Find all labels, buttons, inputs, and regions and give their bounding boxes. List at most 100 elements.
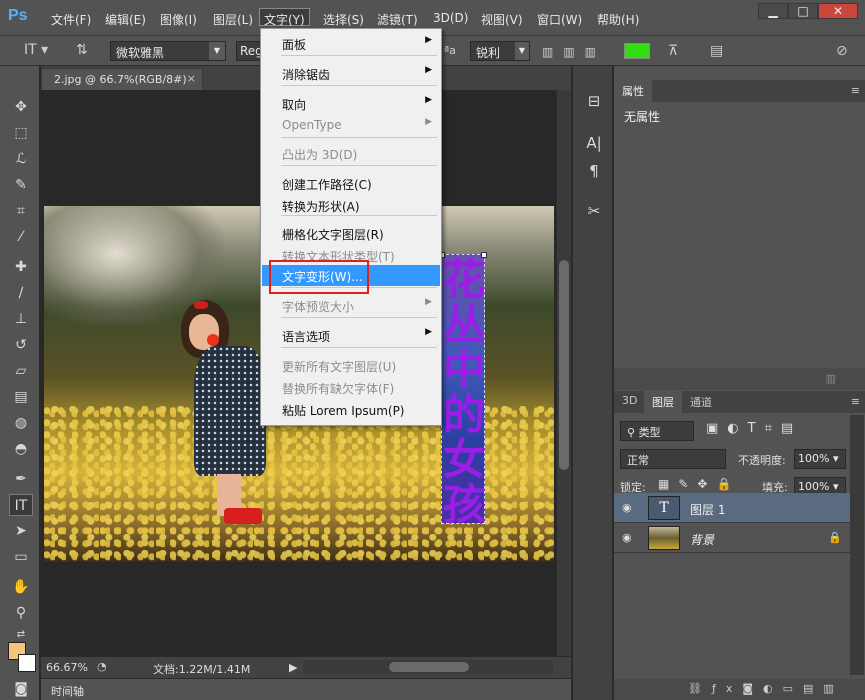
layer-filter-select[interactable]: ⚲ 类型 <box>620 421 694 441</box>
menu-type[interactable]: 文字(Y) <box>259 8 310 27</box>
layer-filter-value: 类型 <box>638 426 661 439</box>
brush-tool-icon[interactable]: ∕ <box>9 282 33 304</box>
menu-image[interactable]: 图像(I) <box>157 10 200 28</box>
minimize-button[interactable]: ▁ <box>758 3 788 19</box>
submenu-arrow-icon: ▶ <box>425 95 432 105</box>
menu-item-antialias[interactable]: 消除锯齿 ▶ <box>262 63 440 84</box>
marquee-tool-icon[interactable]: ⬚ <box>9 122 33 144</box>
submenu-arrow-icon: ▶ <box>425 65 432 75</box>
layer-filter-icons[interactable]: ▣◐T⌗▤ <box>706 421 802 436</box>
type-menu-dropdown: 面板 ▶ 消除锯齿 ▶ 取向 ▶ OpenType ▶ 凸出为 3D(D) 创建工作路径(C) 转换… <box>260 28 442 426</box>
character-panel-icon[interactable]: ▤ <box>710 43 723 59</box>
font-family-select[interactable]: 微软雅黑 ▼ <box>110 41 226 61</box>
horizontal-scrollbar[interactable] <box>303 660 553 674</box>
menu-window[interactable]: 窗口(W) <box>534 10 585 28</box>
rectangle-tool-icon[interactable]: ▭ <box>9 546 33 568</box>
zoom-tool-icon[interactable]: ⚲ <box>9 602 33 624</box>
transform-handle[interactable] <box>481 252 487 258</box>
antialias-select[interactable]: 锐利 ▼ <box>470 41 530 61</box>
quick-select-tool-icon[interactable]: ✎ <box>9 174 33 196</box>
menu-3d[interactable]: 3D(D) <box>430 10 471 28</box>
menu-separator <box>281 85 437 86</box>
background-color-swatch[interactable] <box>18 654 36 672</box>
scroll-thumb[interactable] <box>389 662 469 672</box>
trash-icon[interactable]: ▥ <box>826 372 836 385</box>
tab-channels[interactable]: 通道 <box>682 391 720 413</box>
type-tool-icon[interactable]: IT <box>9 494 33 516</box>
text-orientation-icon[interactable]: ⇅ <box>76 42 88 58</box>
gradient-tool-icon[interactable]: ▤ <box>9 386 33 408</box>
stamp-tool-icon[interactable]: ⊥ <box>9 308 33 330</box>
menu-item-label: 创建工作路径(C) <box>282 178 372 192</box>
menu-file[interactable]: 文件(F) <box>48 10 94 28</box>
menu-item-panel[interactable]: 面板 ▶ <box>262 33 440 54</box>
document-tab[interactable]: 2.jpg @ 66.7%(RGB/8#) × <box>41 68 203 90</box>
vertical-text-layer[interactable]: 花丛中的女孩 <box>439 252 487 527</box>
dodge-tool-icon[interactable]: ◓ <box>9 438 33 460</box>
paragraph-panel-icon[interactable]: ¶ <box>583 160 605 182</box>
path-select-tool-icon[interactable]: ➤ <box>9 520 33 542</box>
eye-icon[interactable]: ◉ <box>622 531 632 544</box>
menu-item-language-options[interactable]: 语言选项 ▶ <box>262 325 440 346</box>
layers-scrollbar[interactable] <box>850 415 864 675</box>
layer-action-icons[interactable]: ⛓ƒx◙◐▭▤▥ <box>688 682 844 695</box>
close-tab-icon[interactable]: × <box>187 72 196 85</box>
opacity-input[interactable]: 100% ▾ <box>794 449 846 469</box>
close-button[interactable]: ✕ <box>818 3 858 19</box>
opacity-value: 100% <box>798 452 830 465</box>
healing-brush-tool-icon[interactable]: ✚ <box>9 256 33 278</box>
character-panel-icon[interactable]: A| <box>583 132 605 154</box>
menu-filter[interactable]: 滤镜(T) <box>374 10 421 28</box>
layer-row[interactable]: ◉ T 图层 1 <box>614 493 850 523</box>
chevron-down-icon: ▼ <box>515 42 529 60</box>
vertical-scrollbar[interactable] <box>557 90 571 656</box>
play-arrow-icon[interactable]: ▶ <box>289 661 297 674</box>
menu-layer[interactable]: 图层(L) <box>210 10 256 28</box>
scroll-thumb[interactable] <box>559 260 569 470</box>
pen-tool-icon[interactable]: ✒ <box>9 468 33 490</box>
hand-tool-icon[interactable]: ✋ <box>9 576 33 598</box>
tab-properties[interactable]: 属性 <box>614 80 652 102</box>
eyedropper-tool-icon[interactable]: ⁄ <box>9 226 33 248</box>
menu-help[interactable]: 帮助(H) <box>594 10 642 28</box>
blend-mode-select[interactable]: 正常 <box>620 449 726 469</box>
girl-bow <box>194 301 208 309</box>
submenu-arrow-icon: ▶ <box>425 327 432 337</box>
quick-mask-icon[interactable]: ◙ <box>9 678 33 700</box>
menu-view[interactable]: 视图(V) <box>478 10 526 28</box>
text-tool-preset-icon[interactable]: IT ▾ <box>24 42 48 58</box>
panel-menu-icon[interactable]: ≡ <box>851 395 860 408</box>
tool-presets-icon[interactable]: ✂ <box>583 200 605 222</box>
tab-3d[interactable]: 3D <box>614 391 645 413</box>
timeline-bar[interactable]: 时间轴 <box>41 678 571 700</box>
warp-text-icon[interactable]: ⊼ <box>668 43 678 59</box>
menu-item-rasterize-type-layer[interactable]: 栅格化文字图层(R) <box>262 223 440 244</box>
text-color-swatch[interactable] <box>624 43 650 59</box>
maximize-button[interactable]: □ <box>788 3 818 19</box>
layer-row[interactable]: ◉ 背景 🔒 <box>614 523 850 553</box>
blur-tool-icon[interactable]: ◍ <box>9 412 33 434</box>
menu-item-label: 转换为形状(A) <box>282 200 360 214</box>
eraser-tool-icon[interactable]: ▱ <box>9 360 33 382</box>
menu-select[interactable]: 选择(S) <box>320 10 367 28</box>
blend-mode-value: 正常 <box>627 454 649 467</box>
menu-item-orientation[interactable]: 取向 ▶ <box>262 93 440 114</box>
eye-icon[interactable]: ◉ <box>622 501 632 514</box>
menu-item-create-work-path[interactable]: 创建工作路径(C) <box>262 173 440 194</box>
lock-icons[interactable]: ▦✎✥🔒 <box>658 477 740 491</box>
menu-edit[interactable]: 编辑(E) <box>102 10 149 28</box>
cancel-icon[interactable]: ⊘ <box>836 43 848 59</box>
move-tool-icon[interactable]: ✥ <box>9 96 33 118</box>
crop-tool-icon[interactable]: ⌗ <box>9 200 33 222</box>
tab-layers[interactable]: 图层 <box>644 391 682 413</box>
menu-item-paste-lorem-ipsum[interactable]: 粘贴 Lorem Ipsum(P) <box>262 399 440 420</box>
lasso-tool-icon[interactable]: ℒ <box>9 148 33 170</box>
status-menu-icon[interactable]: ◔ <box>97 660 107 673</box>
layers-tab-bar: 3D 图层 通道 ≡ <box>614 391 865 413</box>
panel-menu-icon[interactable]: ≡ <box>851 84 860 97</box>
zoom-level[interactable]: 66.67% <box>46 661 88 674</box>
align-icons[interactable]: ▥▥▥ <box>542 45 606 59</box>
history-panel-icon[interactable]: ⊟ <box>583 90 605 112</box>
menu-item-convert-to-shape[interactable]: 转换为形状(A) <box>262 195 440 216</box>
history-brush-tool-icon[interactable]: ↺ <box>9 334 33 356</box>
